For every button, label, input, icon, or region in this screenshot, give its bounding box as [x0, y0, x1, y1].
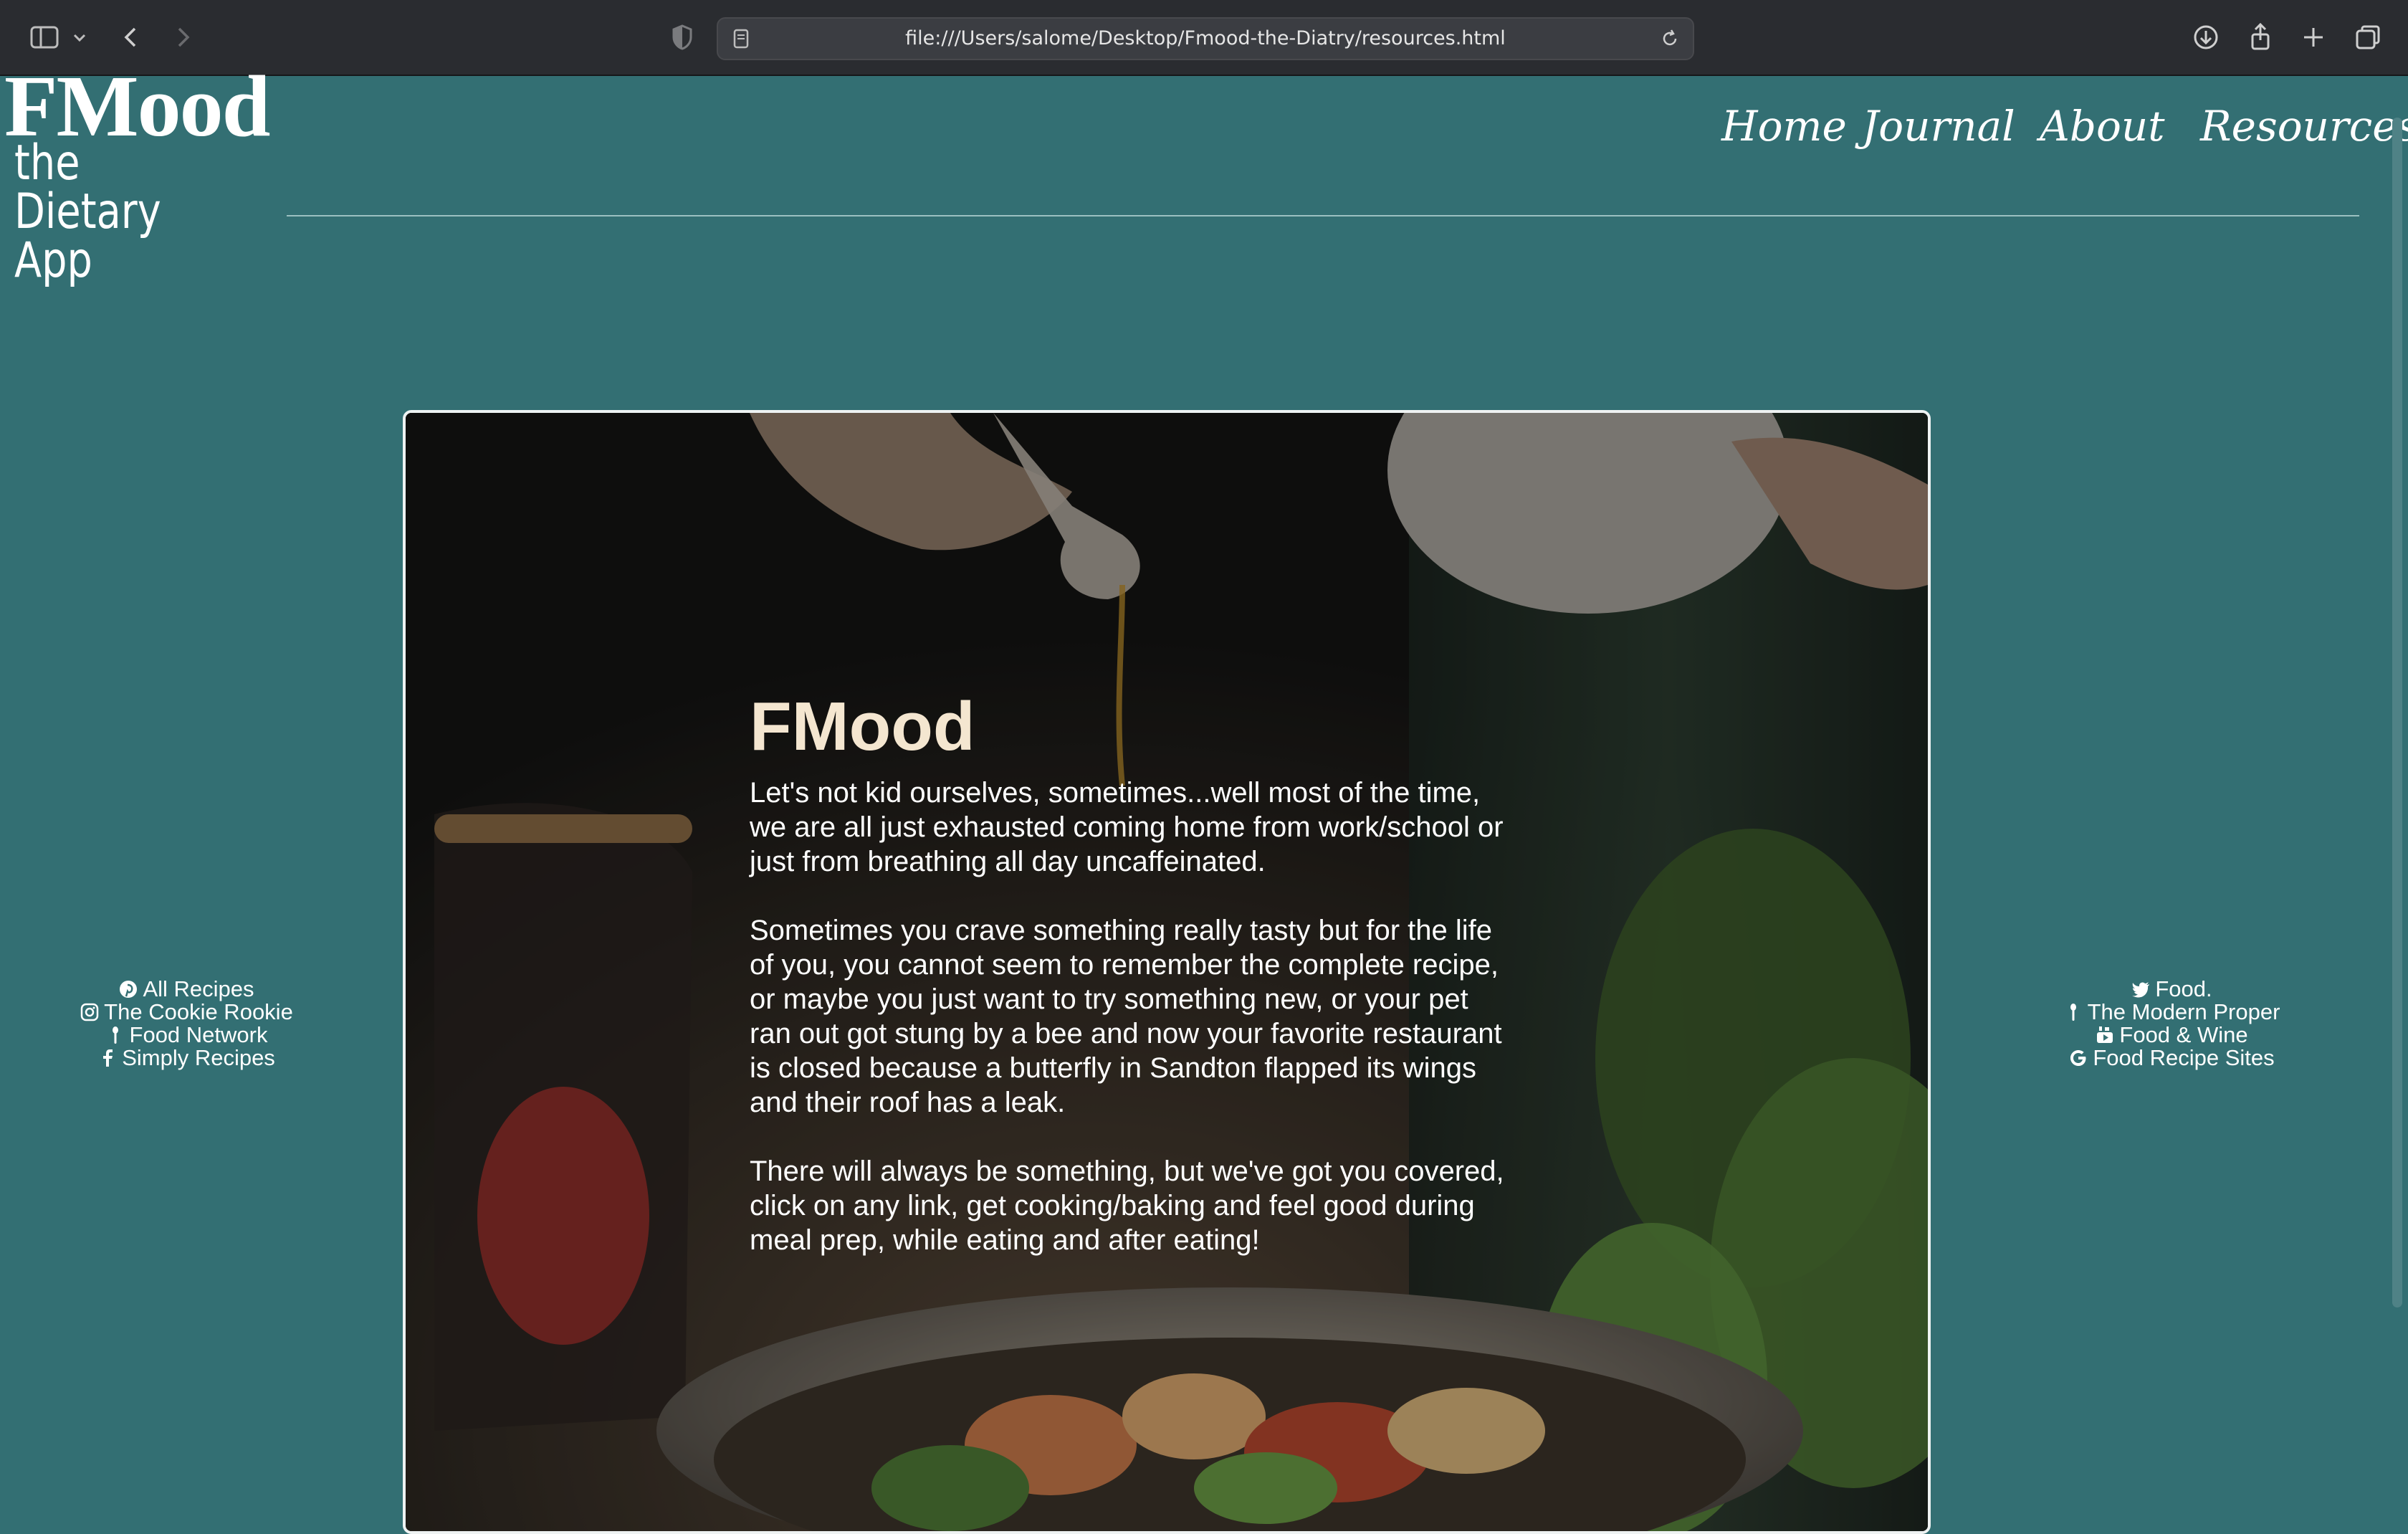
hero-card: FMood Let's not kid ourselves, sometimes…	[403, 410, 1931, 1534]
privacy-shield-icon[interactable]	[665, 20, 699, 54]
spoon-icon	[105, 1025, 125, 1045]
link-label: Food Network	[129, 1022, 268, 1047]
link-the-cookie-rookie[interactable]: The Cookie Rookie	[43, 1001, 330, 1024]
facebook-icon	[97, 1048, 118, 1068]
hero-title: FMood	[750, 688, 975, 765]
page-scrollbar[interactable]	[2392, 118, 2402, 1307]
link-label: Simply Recipes	[122, 1045, 275, 1070]
link-label: The Modern Proper	[2087, 999, 2280, 1024]
youtube-icon	[2095, 1025, 2115, 1045]
nav-home[interactable]: Home	[1721, 102, 1847, 151]
reload-icon[interactable]	[1657, 26, 1683, 52]
link-label: All Recipes	[143, 976, 254, 1001]
tab-overview-icon[interactable]	[2351, 20, 2385, 54]
nav-resources[interactable]: Resources	[2200, 102, 2408, 151]
header-divider	[287, 215, 2359, 216]
pinterest-icon	[118, 979, 138, 999]
link-food-and-wine[interactable]: Food & Wine	[2028, 1024, 2315, 1047]
hero-paragraph: Let's not kid ourselves, sometimes...wel…	[750, 777, 1504, 877]
browser-toolbar: file:///Users/salome/Desktop/Fmood-the-D…	[0, 0, 2408, 76]
forward-icon[interactable]	[165, 20, 199, 54]
spoon-icon	[2063, 1002, 2083, 1022]
downloads-icon[interactable]	[2189, 20, 2223, 54]
google-icon	[2068, 1048, 2088, 1068]
right-resource-links: Food. The Modern Proper Food & Wine Food…	[2028, 978, 2315, 1069]
link-food-recipe-sites[interactable]: Food Recipe Sites	[2028, 1047, 2315, 1069]
chevron-down-icon[interactable]	[69, 20, 90, 54]
address-bar[interactable]: file:///Users/salome/Desktop/Fmood-the-D…	[717, 17, 1694, 60]
url-text[interactable]: file:///Users/salome/Desktop/Fmood-the-D…	[718, 19, 1693, 59]
link-food[interactable]: Food.	[2028, 978, 2315, 1001]
hero-paragraph: There will always be something, but we'v…	[750, 1156, 1504, 1256]
main-nav: Home Journal About Resources	[0, 102, 2408, 166]
hero-paragraph: Sometimes you crave something really tas…	[750, 915, 1502, 1118]
link-label: The Cookie Rookie	[104, 999, 293, 1024]
new-tab-icon[interactable]	[2296, 20, 2331, 54]
link-the-modern-proper[interactable]: The Modern Proper	[2028, 1001, 2315, 1024]
nav-about[interactable]: About	[2040, 102, 2165, 151]
link-label: Food.	[2155, 976, 2212, 1001]
back-icon[interactable]	[115, 20, 149, 54]
sidebar-toggle-icon[interactable]	[27, 20, 62, 54]
link-label: Food & Wine	[2119, 1022, 2248, 1047]
share-icon[interactable]	[2243, 20, 2278, 54]
instagram-icon	[80, 1002, 100, 1022]
link-simply-recipes[interactable]: Simply Recipes	[43, 1047, 330, 1069]
left-resource-links: All Recipes The Cookie Rookie Food Netwo…	[43, 978, 330, 1069]
nav-journal[interactable]: Journal	[1862, 102, 2015, 151]
twitter-icon	[2131, 979, 2151, 999]
link-label: Food Recipe Sites	[2093, 1045, 2275, 1070]
hero-body: Let's not kid ourselves, sometimes...wel…	[750, 776, 1509, 1292]
link-all-recipes[interactable]: All Recipes	[43, 978, 330, 1001]
link-food-network[interactable]: Food Network	[43, 1024, 330, 1047]
